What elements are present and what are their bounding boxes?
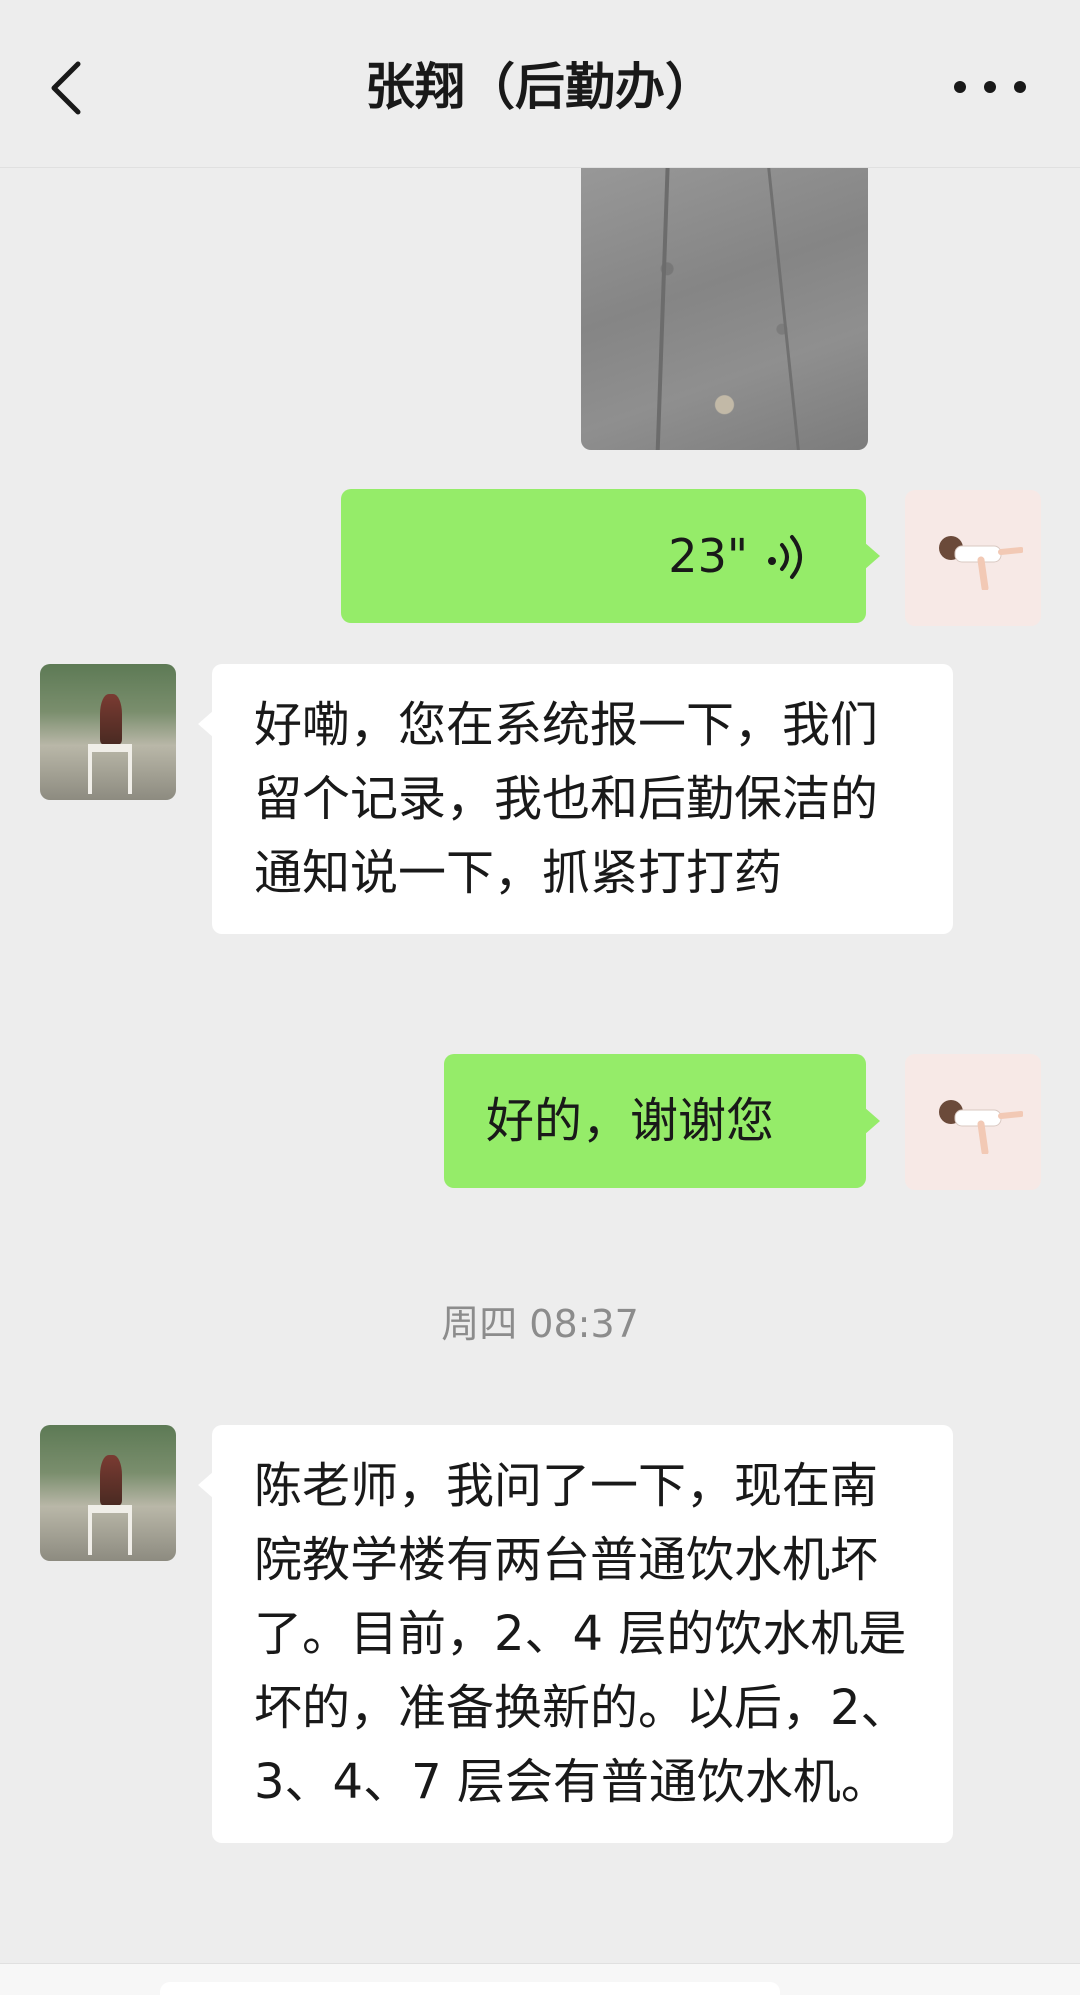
- message-bubble-incoming[interactable]: 好嘞，您在系统报一下，我们留个记录，我也和后勤保洁的通知说一下，抓紧打打药: [198, 664, 953, 934]
- message-text: 好的，谢谢您: [486, 1093, 775, 1149]
- voice-wave-icon: [768, 535, 802, 579]
- timestamp-separator: 周四 08:37: [441, 1302, 639, 1346]
- image-message[interactable]: [581, 168, 868, 450]
- message-text: 好嘞，您在系统报一下，我们留个记录，我也和后勤保洁的通知说一下，抓紧打打药: [254, 697, 879, 901]
- contact-avatar[interactable]: [40, 1425, 176, 1561]
- self-avatar[interactable]: [905, 1054, 1041, 1190]
- ellipsis-icon: [954, 81, 1026, 93]
- yoga-figure-icon: [939, 1100, 1023, 1154]
- message-text: 陈老师，我问了一下，现在南院教学楼有两台普通饮水机坏了。目前，2、4 层的饮水机…: [254, 1458, 909, 1810]
- input-bar: [0, 1963, 1080, 1995]
- yoga-figure-icon: [939, 536, 1023, 590]
- contact-avatar[interactable]: [40, 664, 176, 800]
- voice-duration: 23": [668, 529, 748, 583]
- chat-title: 张翔（后勤办）: [365, 58, 715, 116]
- chat-header: 张翔（后勤办）: [0, 0, 1080, 168]
- message-bubble-incoming[interactable]: 陈老师，我问了一下，现在南院教学楼有两台普通饮水机坏了。目前，2、4 层的饮水机…: [198, 1425, 953, 1843]
- message-list[interactable]: 23" 好嘞，您在系统报一下，我们留个记录，我也和后勤保洁的通知说一下，抓紧打打…: [0, 168, 1080, 1963]
- chat-screen: 张翔（后勤办） 23" 好嘞，您在系统报一下，我们留个记录，我也和后勤保洁的通知…: [0, 0, 1080, 1995]
- message-bubble-outgoing[interactable]: 好的，谢谢您: [444, 1054, 880, 1188]
- message-input[interactable]: [160, 1982, 780, 1995]
- back-button[interactable]: [40, 52, 100, 122]
- chevron-left-icon: [51, 61, 81, 115]
- voice-message[interactable]: 23": [341, 489, 880, 623]
- self-avatar[interactable]: [905, 490, 1041, 626]
- more-options-button[interactable]: [940, 62, 1040, 112]
